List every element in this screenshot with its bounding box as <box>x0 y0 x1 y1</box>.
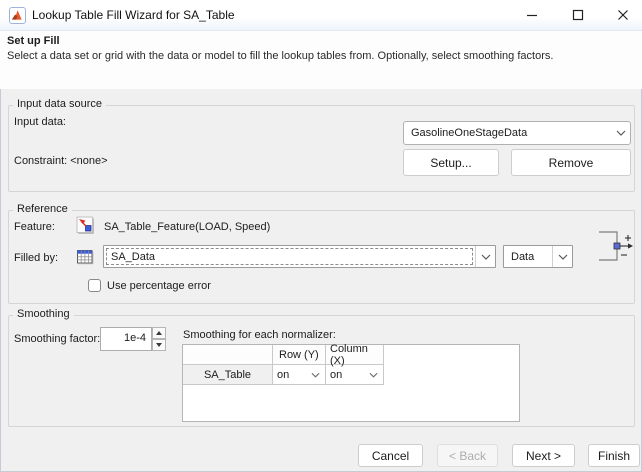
remove-button-label: Remove <box>548 155 594 170</box>
use-percentage-error-checkbox[interactable] <box>88 279 101 292</box>
fill-type-dropdown[interactable]: Data <box>503 245 573 268</box>
next-button-label: Next > <box>525 448 561 463</box>
table-header-column-x[interactable]: Column (X) <box>326 342 384 367</box>
input-data-source-group-label: Input data source <box>13 99 107 110</box>
table-header-column-x-label: Column (X) <box>330 342 368 367</box>
filled-by-dropdown[interactable]: SA_Data <box>103 245 496 268</box>
next-button[interactable]: Next > <box>512 444 575 467</box>
table-header-row-y-label: Row (Y) <box>279 348 319 361</box>
setup-button-label: Setup... <box>430 155 472 170</box>
feature-label: Feature: <box>14 221 55 233</box>
table-row-name-label: SA_Table <box>203 368 252 381</box>
cancel-button[interactable]: Cancel <box>358 444 423 467</box>
chevron-down-icon <box>611 122 630 144</box>
normalizer-smoothing-label: Smoothing for each normalizer: <box>183 329 336 341</box>
cancel-button-label: Cancel <box>371 448 410 463</box>
input-data-dropdown-value: GasolineOneStageData <box>411 127 528 139</box>
use-percentage-error-label: Use percentage error <box>107 280 211 292</box>
setup-button[interactable]: Setup... <box>403 149 499 176</box>
spinner-up-button[interactable] <box>152 327 166 339</box>
chevron-down-icon <box>475 246 495 267</box>
smoothing-factor-label: Smoothing factor: <box>14 333 101 345</box>
back-button[interactable]: < Back <box>437 444 498 467</box>
maximize-button[interactable] <box>560 2 596 28</box>
column-x-smoothing-dropdown[interactable]: on <box>326 365 384 385</box>
data-table-icon <box>77 250 94 265</box>
constraint-label: Constraint: <none> <box>14 155 108 167</box>
arrow-up-icon <box>156 331 162 335</box>
column-x-smoothing-value: on <box>330 368 343 381</box>
chevron-down-icon <box>311 372 320 378</box>
back-button-label: < Back <box>448 448 487 463</box>
reference-group-label: Reference <box>13 204 72 215</box>
table-header-empty <box>183 345 273 365</box>
input-data-label: Input data: <box>14 116 66 128</box>
window-title: Lookup Table Fill Wizard for SA_Table <box>32 8 235 22</box>
smoothing-factor-value: 1e-4 <box>123 332 146 344</box>
title-bar: Lookup Table Fill Wizard for SA_Table <box>0 0 642 31</box>
smoothing-factor-field[interactable]: 1e-4 <box>100 327 152 351</box>
minimize-icon <box>527 14 537 17</box>
finish-button-label: Finish <box>597 448 630 463</box>
arrow-down-icon <box>156 343 162 347</box>
row-y-smoothing-value: on <box>277 368 290 381</box>
remove-button[interactable]: Remove <box>511 149 631 176</box>
finish-button[interactable]: Finish <box>588 444 640 467</box>
maximize-icon <box>572 9 584 21</box>
chevron-down-icon <box>369 372 378 378</box>
minimize-button[interactable] <box>514 2 550 28</box>
filled-by-label: Filled by: <box>14 252 59 264</box>
row-y-smoothing-dropdown[interactable]: on <box>273 365 326 385</box>
feature-icon <box>76 216 94 234</box>
table-header-row-y[interactable]: Row (Y) <box>273 345 326 365</box>
page-title: Set up Fill <box>7 35 60 47</box>
normalizer-smoothing-table: Row (Y) Column (X) SA_Table on on <box>182 342 520 422</box>
close-button[interactable] <box>605 2 641 28</box>
spinner-down-button[interactable] <box>152 339 166 351</box>
filled-by-dropdown-value: SA_Data <box>111 250 156 263</box>
matlab-app-icon <box>9 7 26 24</box>
lookup-table-fill-wizard-dialog: Lookup Table Fill Wizard for SA_Table Se… <box>0 0 642 472</box>
wizard-header: Set up Fill Select a data set or grid wi… <box>0 31 642 89</box>
page-description: Select a data set or grid with the data … <box>7 50 554 62</box>
close-icon <box>618 10 628 20</box>
table-row-name-cell: SA_Table <box>183 365 273 385</box>
fill-type-dropdown-value: Data <box>511 250 535 263</box>
input-data-dropdown[interactable]: GasolineOneStageData <box>403 121 631 145</box>
smoothing-group-label: Smoothing <box>13 309 74 320</box>
signal-junction-icon <box>599 231 633 261</box>
chevron-down-icon <box>552 246 572 267</box>
feature-value: SA_Table_Feature(LOAD, Speed) <box>104 221 271 233</box>
